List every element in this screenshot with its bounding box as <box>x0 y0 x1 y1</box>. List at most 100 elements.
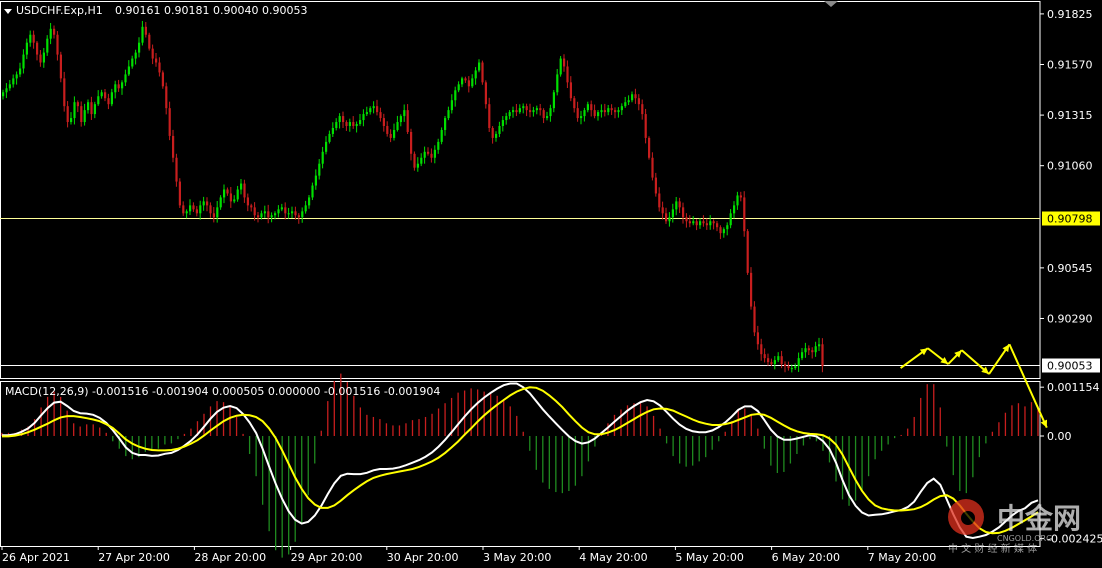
macd-pane-frame <box>0 381 1041 547</box>
candle-body <box>223 189 226 198</box>
candle-body <box>141 26 144 43</box>
candle-body <box>253 207 256 216</box>
candle-body <box>525 106 528 111</box>
collapse-triangle-icon[interactable] <box>4 9 12 14</box>
candle-body <box>121 82 124 89</box>
candle-body <box>760 344 763 355</box>
macd-main-line <box>2 382 1039 540</box>
candle-body <box>549 108 552 117</box>
macd-y-tick-label: 0.00 <box>1047 430 1072 443</box>
candle-body <box>603 110 606 113</box>
candle-body <box>688 221 691 224</box>
candle-body <box>416 163 419 168</box>
candle-body <box>440 129 443 142</box>
candle-body <box>518 108 521 113</box>
candle-body <box>556 74 559 93</box>
candle-body <box>546 116 549 119</box>
candle-body <box>491 127 494 138</box>
macd-label: MACD(12,26,9) -0.001516 -0.001904 0.0005… <box>5 385 440 398</box>
candle-body <box>712 221 715 224</box>
candle-body <box>49 28 52 39</box>
candle-body <box>498 126 501 134</box>
candle-body <box>175 157 178 182</box>
candle-body <box>359 120 362 125</box>
candle-body <box>539 108 542 111</box>
macd-histogram <box>1 373 1039 558</box>
candle-body <box>702 221 705 224</box>
candle-body <box>216 207 219 218</box>
x-tick-label: 3 May 20:00 <box>483 551 551 564</box>
candle-body <box>178 181 181 206</box>
candle-body <box>695 221 698 226</box>
candle-body <box>620 106 623 111</box>
candle-body <box>29 34 32 43</box>
candle-body <box>437 141 440 150</box>
candle-body <box>654 177 657 194</box>
candle-body <box>767 358 770 363</box>
candle-body <box>107 98 110 105</box>
candle-body <box>583 110 586 117</box>
candle-body <box>430 153 433 158</box>
candle-body <box>566 66 569 83</box>
candle-body <box>627 100 630 103</box>
candle-body <box>352 122 355 127</box>
candle-body <box>212 213 215 218</box>
candle-body <box>444 118 447 130</box>
candle-body <box>474 70 477 79</box>
candle-body <box>705 223 708 226</box>
candle-body <box>277 209 280 214</box>
candle-body <box>161 72 164 87</box>
candle-body <box>267 211 270 218</box>
candle-body <box>379 112 382 119</box>
x-axis-labels: 26 Apr 2021 27 Apr 20:00 28 Apr 20:00 29 Ap… <box>1 546 936 564</box>
candle-body <box>773 360 776 365</box>
candle-body <box>559 58 562 75</box>
candle-body <box>342 116 345 123</box>
candle-body <box>692 221 695 224</box>
candle-body <box>172 135 175 158</box>
candle-body <box>185 211 188 214</box>
price-y-tick-label: 0.90290 <box>1047 312 1093 325</box>
level-price-tag-label: 0.90053 <box>1047 360 1093 373</box>
candle-body <box>56 34 59 55</box>
candle-body <box>294 211 297 216</box>
candle-body <box>345 122 348 127</box>
candle-body <box>770 362 773 365</box>
candle-body <box>331 127 334 134</box>
candle-body <box>46 38 49 53</box>
candle-body <box>73 102 76 119</box>
candle-body <box>739 195 742 198</box>
candle-body <box>114 84 117 93</box>
candle-body <box>790 368 793 370</box>
candle-body <box>87 102 90 111</box>
candle-body <box>722 229 725 234</box>
candle-body <box>661 207 664 214</box>
candle-body <box>617 110 620 113</box>
candle-body <box>321 151 324 164</box>
candle-body <box>76 102 79 107</box>
candle-body <box>634 94 637 99</box>
candle-body <box>301 211 304 218</box>
candle-body <box>396 122 399 130</box>
x-tick-label: 30 Apr 20:00 <box>387 551 459 564</box>
candle-body <box>104 92 107 99</box>
ohlc-label: 0.90161 0.90181 0.90040 0.90053 <box>115 4 307 17</box>
candle-body <box>488 104 491 128</box>
candle-body <box>243 183 246 198</box>
shift-marker-icon[interactable] <box>824 1 838 7</box>
watermark-brand: 中金网 <box>997 502 1081 535</box>
candle-body <box>287 213 290 215</box>
candle-body <box>372 106 375 109</box>
price-y-tick-label: 0.91570 <box>1047 58 1093 71</box>
watermark-logo: 中金网 CNGOLD.ORG 中 文 财 经 新 媒 体 <box>948 499 1081 555</box>
candle-body <box>209 205 212 214</box>
candle-body <box>569 82 572 99</box>
candle-body <box>593 110 596 117</box>
candle-body <box>338 116 341 123</box>
candle-body <box>355 124 358 127</box>
candle-body <box>756 332 759 345</box>
candle-body <box>787 366 790 369</box>
watermark-swirl-inner-icon <box>961 511 975 525</box>
candle-body <box>427 151 430 154</box>
forecast-arrow-segment <box>1008 343 1048 429</box>
